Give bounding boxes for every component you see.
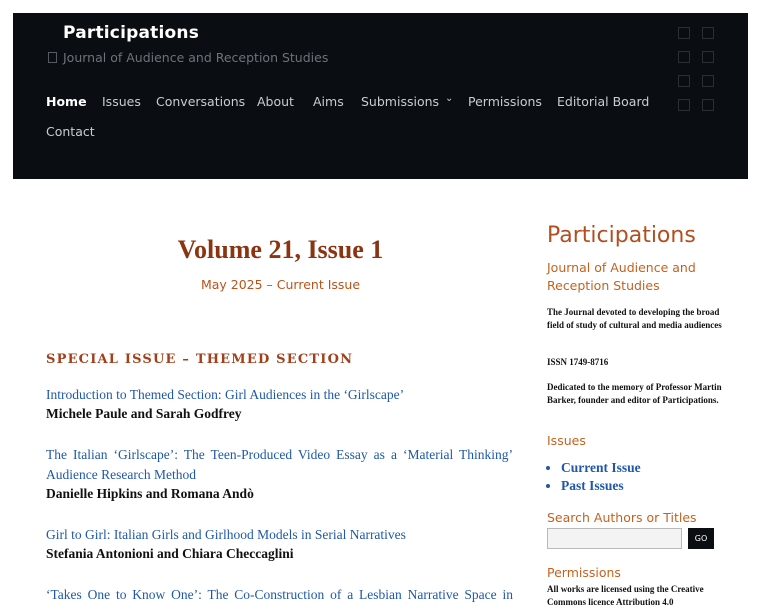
social-icon[interactable]: [678, 99, 690, 111]
article-title-link[interactable]: Introduction to Themed Section: Girl Aud…: [46, 385, 513, 405]
permissions-heading: Permissions: [547, 565, 621, 580]
nav-item-issues[interactable]: Issues: [102, 94, 141, 109]
sidebar-subtitle: Journal of Audience and Reception Studie…: [547, 260, 696, 293]
social-icon[interactable]: [678, 75, 690, 87]
sidebar-description: The Journal devoted to developing the br…: [547, 307, 722, 330]
social-icon[interactable]: [702, 75, 714, 87]
section-heading: SPECIAL ISSUE – THEMED SECTION: [46, 352, 354, 367]
nav-item-conversations[interactable]: Conversations: [156, 94, 245, 109]
nav-item-aims[interactable]: Aims: [313, 94, 344, 109]
sidebar-title: Participations: [547, 223, 696, 248]
article-title-link[interactable]: The Italian ‘Girlscape’: The Teen-Produc…: [46, 445, 513, 485]
past-issues-link[interactable]: Past Issues: [561, 477, 641, 495]
issues-heading: Issues: [547, 433, 586, 448]
main-content: Volume 21, Issue 1 May 2025 – Current Is…: [13, 179, 748, 607]
nav-item-submissions[interactable]: Submissions: [361, 94, 439, 109]
nav-item-permissions[interactable]: Permissions: [468, 94, 542, 109]
social-icon[interactable]: [702, 99, 714, 111]
article-authors: Stefania Antonioni and Chiara Checcaglin…: [46, 546, 294, 561]
site-tagline: Journal of Audience and Reception Studie…: [63, 50, 329, 65]
tagline-icon: [48, 52, 57, 63]
issue-title: Volume 21, Issue 1: [177, 235, 384, 264]
nav-item-contact[interactable]: Contact: [46, 124, 95, 139]
go-button[interactable]: GO: [688, 528, 714, 549]
social-icon[interactable]: [678, 27, 690, 39]
site-title[interactable]: Participations: [63, 23, 199, 43]
nav-item-editorial-board[interactable]: Editorial Board: [557, 94, 649, 109]
social-icon[interactable]: [678, 51, 690, 63]
permissions-text: All works are licensed using the Creativ…: [547, 584, 704, 607]
search-input[interactable]: [547, 528, 682, 549]
issues-list: Current Issue Past Issues: [547, 459, 641, 495]
article-title-link[interactable]: ‘Takes One to Know One’: The Co-Construc…: [46, 585, 513, 605]
chevron-down-icon[interactable]: ⌄: [445, 93, 453, 104]
current-issue-link[interactable]: Current Issue: [561, 459, 641, 477]
search-heading: Search Authors or Titles: [547, 510, 697, 525]
article-title-link[interactable]: Girl to Girl: Italian Girls and Girlhood…: [46, 525, 513, 545]
site-header: Participations Journal of Audience and R…: [13, 13, 748, 179]
social-links: [678, 27, 718, 117]
sidebar-dedication: Dedicated to the memory of Professor Mar…: [547, 382, 722, 405]
article-authors: Danielle Hipkins and Romana Andò: [46, 486, 254, 501]
sidebar-issn: ISSN 1749-8716: [547, 357, 609, 367]
social-icon[interactable]: [702, 27, 714, 39]
issue-subtitle: May 2025 – Current Issue: [200, 277, 361, 292]
nav-item-about[interactable]: About: [257, 94, 294, 109]
nav-item-home[interactable]: Home: [46, 94, 87, 109]
social-icon[interactable]: [702, 51, 714, 63]
article-authors: Michele Paule and Sarah Godfrey: [46, 406, 242, 421]
